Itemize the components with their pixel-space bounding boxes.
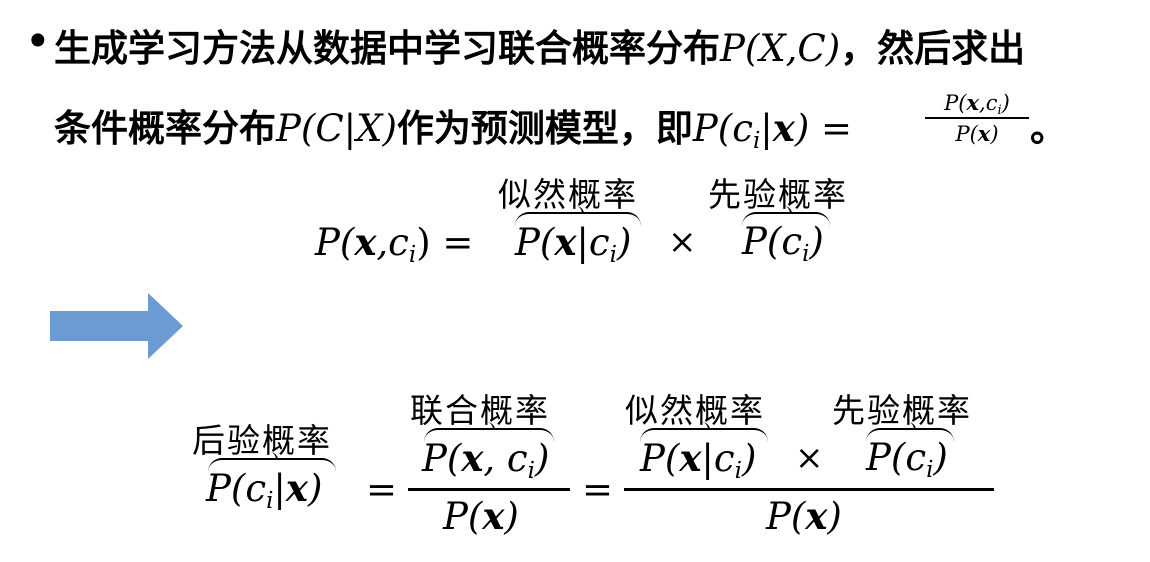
eq2-prior-label: 先验概率: [832, 391, 972, 430]
eq1-times: ×: [668, 222, 697, 262]
line1-text: 生成学习方法从数据中学习联合概率分布: [54, 27, 720, 70]
line2-end: 。: [1030, 107, 1067, 150]
eq2-fraction-bar-1: [408, 488, 570, 491]
line2-fraction: P(x,ci) P(x): [925, 90, 1029, 146]
eq2-joint-label: 联合概率: [410, 391, 550, 430]
line2-math: P(C|X): [276, 107, 397, 150]
eq1-lhs: P(x,ci) =: [315, 220, 474, 268]
right-arrow-icon: [50, 293, 183, 359]
eq2-likelihood-label: 似然概率: [625, 391, 765, 430]
line2-fraction-bar: [925, 117, 1029, 119]
line2-mid: 作为预测模型，即: [396, 107, 693, 150]
eq1-prior: P(ci): [742, 220, 824, 267]
eq2-fraction-bar-2: [624, 488, 994, 491]
line2-lhs: P(ci|x) =: [692, 106, 853, 154]
line1-tail: ，然后求出: [840, 27, 1026, 70]
eq2-joint: P(x, ci): [422, 436, 550, 484]
eq2-denominator-1: P(x): [443, 494, 519, 538]
eq1-likelihood-label: 似然概率: [498, 175, 638, 214]
eq2-posterior: P(ci|x): [206, 466, 323, 514]
line1-math: P(X,C): [720, 27, 841, 70]
text-line-2: 条件概率分布P(C|X)作为预测模型，即P(ci|x) =: [54, 98, 852, 152]
eq2-likelihood: P(x|ci): [640, 436, 757, 484]
bullet: •: [26, 20, 50, 63]
eq1-prior-label: 先验概率: [708, 175, 848, 214]
eq2-prior: P(ci): [866, 436, 948, 483]
eq2-equals-2: =: [582, 468, 614, 511]
eq2-posterior-label: 后验概率: [192, 421, 332, 460]
eq1-likelihood: P(x|ci): [515, 220, 632, 268]
line2-fraction-numerator: P(x,ci): [944, 90, 1010, 118]
line2-fraction-denominator: P(x): [955, 121, 999, 146]
eq2-equals-1: =: [366, 468, 398, 511]
eq2-denominator-2: P(x): [766, 494, 842, 538]
eq2-times: ×: [795, 438, 824, 478]
line2-text: 条件概率分布: [54, 107, 276, 150]
text-line-1: 生成学习方法从数据中学习联合概率分布P(X,C)，然后求出: [54, 18, 1025, 72]
